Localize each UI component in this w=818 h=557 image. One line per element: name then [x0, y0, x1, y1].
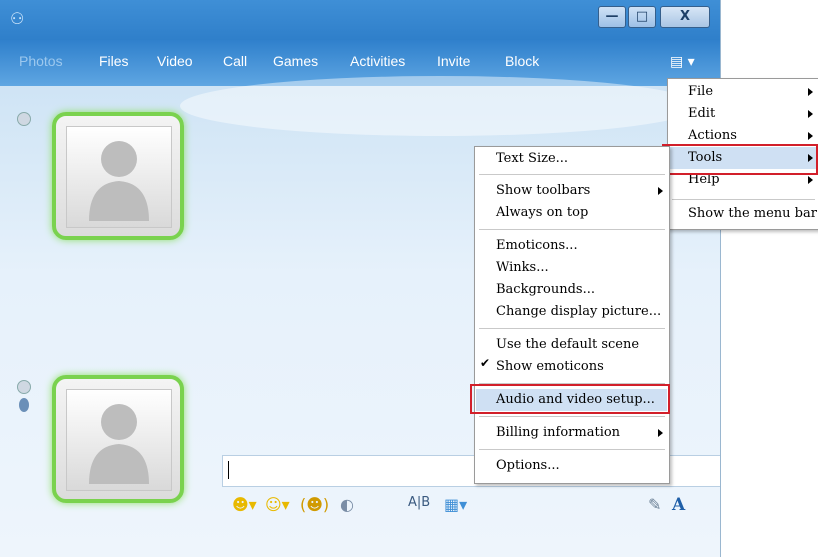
menu-item-change-display-picture[interactable]: Change display picture... — [475, 301, 669, 323]
submenu-arrow-icon — [808, 110, 813, 118]
menu-item-emoticons[interactable]: Emoticons... — [475, 235, 669, 257]
user-silhouette-icon — [89, 141, 149, 221]
submenu-arrow-icon — [808, 132, 813, 140]
user-avatar-frame — [52, 375, 184, 503]
menu-separator — [479, 229, 665, 230]
handwriting-icon[interactable]: A|B — [408, 495, 430, 510]
title-bar: ⚇ — □ X — [0, 0, 720, 40]
nudge-icon[interactable]: (☻) — [300, 495, 329, 514]
menu-item-edit[interactable]: Edit — [668, 103, 818, 125]
menu-item-text-size[interactable]: Text Size... — [475, 148, 669, 170]
menu-separator — [479, 449, 665, 450]
submenu-arrow-icon — [658, 429, 663, 437]
nav-games[interactable]: Games — [273, 53, 318, 69]
nav-photos[interactable]: Photos — [19, 53, 63, 69]
menu-item-billing-information[interactable]: Billing information — [475, 422, 669, 444]
minimize-button[interactable]: — — [598, 6, 626, 28]
menu-item-file[interactable]: File — [668, 81, 818, 103]
menu-item-options[interactable]: Options... — [475, 455, 669, 477]
font-icon[interactable]: A — [672, 495, 685, 515]
nav-call[interactable]: Call — [223, 53, 247, 69]
nav-files[interactable]: Files — [99, 53, 129, 69]
submenu-arrow-icon — [808, 88, 813, 96]
menu-item-winks[interactable]: Winks... — [475, 257, 669, 279]
user-silhouette-icon — [89, 404, 149, 484]
text-cursor — [228, 461, 229, 479]
maximize-button[interactable]: □ — [628, 6, 656, 28]
user-avatar — [66, 389, 172, 491]
menu-item-always-on-top[interactable]: Always on top — [475, 202, 669, 224]
collapse-icon[interactable] — [17, 380, 31, 394]
nav-activities[interactable]: Activities — [350, 53, 405, 69]
menu-separator — [672, 199, 815, 200]
background-icon[interactable]: ▦▾ — [444, 495, 467, 514]
nav-block[interactable]: Block — [505, 53, 539, 69]
close-button[interactable]: X — [660, 6, 710, 28]
emoticon-icon[interactable]: ☻▾ — [232, 495, 257, 514]
contact-avatar-frame — [52, 112, 184, 240]
menu-separator — [479, 416, 665, 417]
contact-avatar — [66, 126, 172, 228]
menu-separator — [479, 174, 665, 175]
voice-clip-icon[interactable]: ◐ — [340, 495, 354, 514]
menu-item-show-toolbars[interactable]: Show toolbars — [475, 180, 669, 202]
audio-video-highlight-box — [470, 384, 670, 414]
wink-icon[interactable]: ☺▾ — [265, 495, 290, 514]
background-swoosh — [180, 76, 700, 136]
expand-icon[interactable] — [17, 112, 31, 126]
tools-highlight-box — [662, 144, 818, 175]
submenu-arrow-icon — [808, 176, 813, 184]
pen-icon[interactable]: ✎ — [648, 495, 661, 514]
menu-icon[interactable]: ▤ ▾ — [670, 54, 695, 70]
nav-video[interactable]: Video — [157, 53, 193, 69]
nav-invite[interactable]: Invite — [437, 53, 470, 69]
webcam-icon[interactable] — [19, 398, 29, 412]
messenger-icon: ⚇ — [10, 9, 25, 28]
checkmark-icon: ✔ — [480, 356, 491, 370]
menu-item-backgrounds[interactable]: Backgrounds... — [475, 279, 669, 301]
submenu-arrow-icon — [658, 187, 663, 195]
menu-item-use-default-scene[interactable]: Use the default scene — [475, 334, 669, 356]
menu-item-show-menu-bar[interactable]: Show the menu bar — [668, 203, 818, 225]
tools-submenu: Text Size... Show toolbars Always on top… — [474, 146, 670, 484]
menu-separator — [479, 328, 665, 329]
menu-item-show-emoticons[interactable]: ✔ Show emoticons — [475, 356, 669, 378]
